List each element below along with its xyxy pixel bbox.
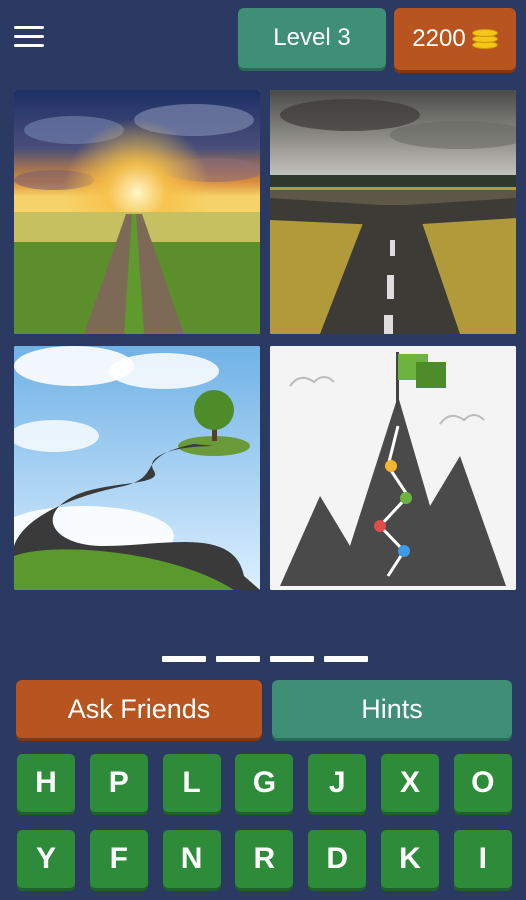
answer-slots — [162, 656, 368, 662]
clue-image-sunset-road[interactable] — [14, 90, 260, 334]
hints-label: Hints — [361, 693, 423, 724]
letter-key-j[interactable]: J — [308, 754, 367, 812]
letter-key-y[interactable]: Y — [17, 830, 75, 888]
ask-friends-button[interactable]: Ask Friends — [16, 680, 262, 738]
clue-image-floating-road[interactable] — [14, 346, 260, 590]
letter-key-k[interactable]: K — [381, 830, 439, 888]
ask-friends-label: Ask Friends — [67, 693, 211, 724]
menu-icon[interactable] — [12, 22, 46, 52]
letter-key-g[interactable]: G — [235, 754, 294, 812]
letter-key-h[interactable]: H — [17, 754, 75, 812]
game-screen: Level 3 2200 Ask Friends Hints H P L G J… — [0, 0, 526, 900]
letter-key-r[interactable]: R — [235, 830, 294, 888]
letter-key-p[interactable]: P — [89, 754, 148, 812]
answer-slot[interactable] — [324, 656, 368, 662]
letter-key-l[interactable]: L — [162, 754, 221, 812]
level-badge: Level 3 — [238, 8, 386, 68]
coins-icon — [471, 28, 498, 50]
clue-image-mountain-flag[interactable] — [270, 346, 516, 590]
answer-slot[interactable] — [270, 656, 314, 662]
hints-button[interactable]: Hints — [272, 680, 512, 738]
answer-slot[interactable] — [216, 656, 260, 662]
coin-count: 2200 — [412, 25, 466, 52]
letter-key-x[interactable]: X — [381, 754, 439, 812]
letter-key-n[interactable]: N — [162, 830, 221, 888]
level-label: Level 3 — [273, 24, 351, 51]
letter-key-o[interactable]: O — [453, 754, 512, 812]
letter-key-f[interactable]: F — [89, 830, 148, 888]
coins-button[interactable]: 2200 — [394, 8, 516, 70]
clue-image-crossroads[interactable] — [270, 90, 516, 334]
answer-slot[interactable] — [162, 656, 206, 662]
letter-key-i[interactable]: I — [453, 830, 512, 888]
letter-key-d[interactable]: D — [308, 830, 367, 888]
